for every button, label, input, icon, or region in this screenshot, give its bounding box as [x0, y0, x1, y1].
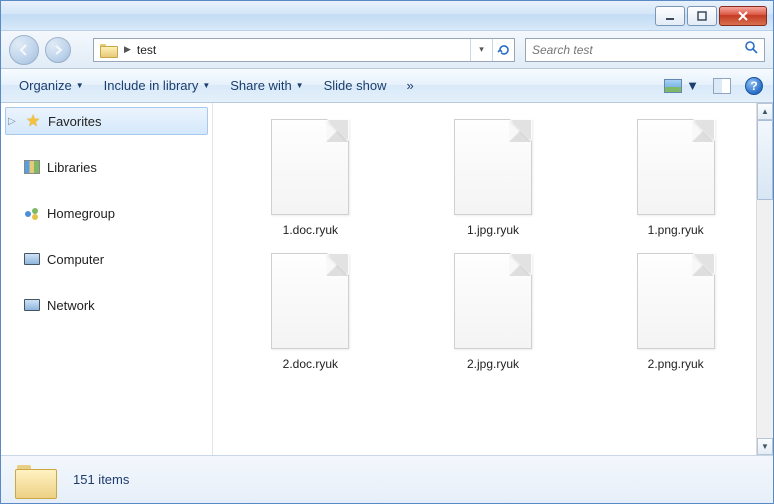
- file-name: 1.doc.ryuk: [283, 223, 338, 237]
- arrow-right-icon: [52, 44, 64, 56]
- slideshow-button[interactable]: Slide show: [316, 74, 395, 97]
- address-bar[interactable]: ▶ test ▾: [93, 38, 515, 62]
- command-toolbar: Organize▼ Include in library▼ Share with…: [1, 69, 773, 103]
- file-icon: [637, 119, 715, 215]
- file-name: 2.jpg.ryuk: [467, 357, 519, 371]
- minimize-button[interactable]: [655, 6, 685, 26]
- network-icon: [23, 296, 41, 314]
- chevron-down-icon: ▼: [76, 81, 84, 90]
- slideshow-label: Slide show: [324, 78, 387, 93]
- file-name: 1.png.ryuk: [648, 223, 704, 237]
- file-item[interactable]: 2.doc.ryuk: [221, 247, 400, 377]
- nav-libraries-label: Libraries: [47, 160, 97, 175]
- vertical-scrollbar[interactable]: ▲ ▼: [756, 103, 773, 455]
- toolbar-overflow[interactable]: »: [398, 74, 421, 97]
- scroll-thumb[interactable]: [757, 120, 773, 200]
- folder-icon: [15, 463, 55, 497]
- chevron-down-icon: ▼: [686, 78, 699, 93]
- search-box[interactable]: [525, 38, 765, 62]
- organize-label: Organize: [19, 78, 72, 93]
- arrow-left-icon: [17, 43, 31, 57]
- search-icon: [744, 40, 758, 59]
- nav-homegroup[interactable]: ▷ Homegroup: [1, 199, 212, 227]
- computer-icon: [23, 250, 41, 268]
- help-button[interactable]: ?: [745, 77, 763, 95]
- libraries-icon: [23, 158, 41, 176]
- file-icon: [271, 119, 349, 215]
- address-dropdown-button[interactable]: ▾: [470, 39, 492, 61]
- refresh-button[interactable]: [492, 39, 514, 61]
- nav-favorites[interactable]: ▷ ★ Favorites: [5, 107, 208, 135]
- view-icon: [664, 79, 682, 93]
- breadcrumb-separator-icon: ▶: [122, 44, 133, 55]
- chevron-down-icon: ▼: [296, 81, 304, 90]
- forward-button[interactable]: [45, 37, 71, 63]
- navigation-bar: ▶ test ▾: [1, 31, 773, 69]
- file-icon: [454, 119, 532, 215]
- details-pane: 151 items: [1, 455, 773, 503]
- maximize-button[interactable]: [687, 6, 717, 26]
- maximize-icon: [697, 11, 707, 21]
- nav-computer[interactable]: ▷ Computer: [1, 245, 212, 273]
- help-icon: ?: [750, 79, 757, 93]
- chevron-down-icon: ▾: [479, 44, 484, 55]
- homegroup-icon: [23, 204, 41, 222]
- file-list-pane: 1.doc.ryuk 1.jpg.ryuk 1.png.ryuk 2.doc.ryuk…: [213, 103, 773, 455]
- file-item[interactable]: 2.png.ryuk: [586, 247, 765, 377]
- chevron-right-icon: »: [406, 78, 413, 93]
- nav-favorites-label: Favorites: [48, 114, 101, 129]
- breadcrumb-current[interactable]: test: [133, 43, 160, 57]
- expand-icon: ▷: [8, 116, 18, 127]
- file-icon: [637, 253, 715, 349]
- window-titlebar: [1, 1, 773, 31]
- star-icon: ★: [24, 112, 42, 130]
- folder-icon: [100, 42, 116, 58]
- file-item[interactable]: 1.jpg.ryuk: [404, 113, 583, 243]
- include-label: Include in library: [104, 78, 199, 93]
- nav-network[interactable]: ▷ Network: [1, 291, 212, 319]
- refresh-icon: [497, 43, 511, 57]
- nav-network-label: Network: [47, 298, 95, 313]
- back-button[interactable]: [9, 35, 39, 65]
- change-view-button[interactable]: ▼: [664, 78, 699, 93]
- scroll-up-button[interactable]: ▲: [757, 103, 773, 120]
- nav-homegroup-label: Homegroup: [47, 206, 115, 221]
- file-item[interactable]: 1.doc.ryuk: [221, 113, 400, 243]
- item-count: 151 items: [73, 472, 129, 487]
- minimize-icon: [665, 11, 675, 21]
- navigation-pane: ▷ ★ Favorites ▷ Libraries ▷ Homegroup ▷ …: [1, 103, 213, 455]
- share-with-menu[interactable]: Share with ▼: [222, 74, 311, 97]
- file-icon: [271, 253, 349, 349]
- include-in-library-menu[interactable]: Include in library▼: [96, 74, 219, 97]
- file-name: 1.jpg.ryuk: [467, 223, 519, 237]
- file-name: 2.doc.ryuk: [283, 357, 338, 371]
- close-icon: [737, 11, 749, 21]
- close-button[interactable]: [719, 6, 767, 26]
- chevron-down-icon: ▼: [202, 81, 210, 90]
- scroll-down-button[interactable]: ▼: [757, 438, 773, 455]
- file-item[interactable]: 1.png.ryuk: [586, 113, 765, 243]
- file-item[interactable]: 2.jpg.ryuk: [404, 247, 583, 377]
- search-input[interactable]: [532, 43, 744, 57]
- share-label: Share with: [230, 78, 291, 93]
- nav-computer-label: Computer: [47, 252, 104, 267]
- preview-pane-button[interactable]: [713, 78, 731, 94]
- file-icon: [454, 253, 532, 349]
- file-name: 2.png.ryuk: [648, 357, 704, 371]
- organize-menu[interactable]: Organize ▼: [11, 74, 92, 97]
- nav-libraries[interactable]: ▷ Libraries: [1, 153, 212, 181]
